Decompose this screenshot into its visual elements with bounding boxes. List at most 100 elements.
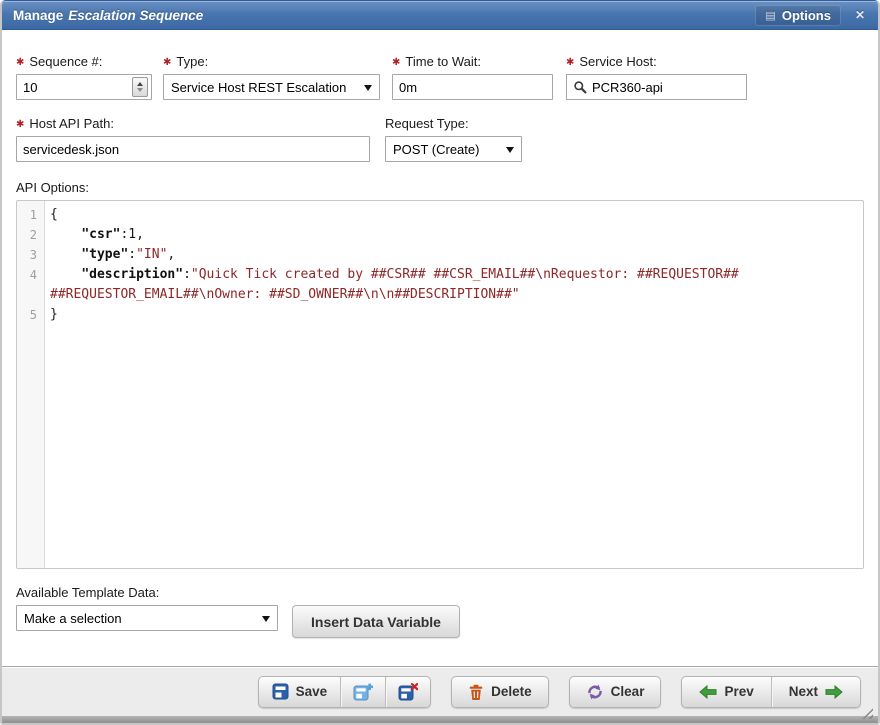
host-api-path-input[interactable] — [16, 136, 370, 162]
clear-button-group: Clear — [569, 676, 662, 708]
code-token: :1, — [120, 227, 143, 242]
save-and-close-button[interactable] — [385, 677, 430, 707]
delete-button-group: Delete — [451, 676, 549, 708]
arrow-right-icon — [825, 685, 843, 699]
options-button-label: Options — [782, 8, 831, 23]
code-token — [50, 247, 81, 262]
sequence-label: ✱Sequence #: — [16, 54, 152, 70]
options-button[interactable]: ▤ Options — [755, 5, 841, 26]
type-field: ✱Type: Service Host REST Escalation — [163, 54, 380, 100]
request-type-select-value: POST (Create) — [393, 142, 479, 157]
template-data-select-value: Make a selection — [24, 611, 122, 626]
api-options-label: API Options: — [16, 180, 864, 196]
prev-button[interactable]: Prev — [682, 677, 770, 707]
line-number: 5 — [17, 305, 44, 325]
refresh-icon — [586, 684, 604, 700]
dialog-body: ✱Sequence #: ✱Type: Service Host REST Es… — [2, 30, 878, 666]
api-options-code-editor[interactable]: 1 { 2 "csr":1, 3 "type":"IN", 4 "descrip… — [16, 200, 864, 569]
titlebar: Manage Escalation Sequence ▤ Options ✕ — [0, 0, 880, 30]
code-token: "type" — [81, 247, 128, 262]
line-number: 3 — [17, 245, 44, 265]
type-label: ✱Type: — [163, 54, 380, 70]
save-button[interactable]: Save — [259, 677, 341, 707]
clear-button-label: Clear — [611, 684, 645, 699]
code-token: } — [50, 307, 58, 322]
code-line: 1 { — [17, 205, 863, 225]
code-line: 4 "description":"Quick Tick created by #… — [17, 265, 863, 305]
close-icon[interactable]: ✕ — [855, 8, 865, 22]
code-token — [50, 267, 81, 282]
code-token: { — [50, 207, 58, 222]
prev-button-label: Prev — [724, 684, 753, 699]
next-button[interactable]: Next — [771, 677, 860, 707]
resize-handle[interactable] — [858, 704, 873, 719]
template-data-select[interactable]: Make a selection — [16, 605, 278, 631]
save-and-new-icon — [353, 683, 373, 701]
chevron-down-icon — [364, 85, 372, 91]
spinner-up-icon[interactable] — [137, 82, 143, 86]
arrow-left-icon — [699, 685, 717, 699]
request-type-label: Request Type: — [385, 116, 522, 132]
spinner-down-icon[interactable] — [137, 88, 143, 92]
delete-button-label: Delete — [491, 684, 532, 699]
prev-next-button-group: Prev Next — [681, 676, 861, 708]
line-number: 4 — [17, 265, 44, 305]
type-select-value: Service Host REST Escalation — [171, 80, 346, 95]
service-host-lookup — [566, 74, 747, 100]
next-button-label: Next — [789, 684, 818, 699]
host-api-path-label: ✱Host API Path: — [16, 116, 370, 132]
code-token: : — [128, 247, 136, 262]
service-host-field: ✱Service Host: — [566, 54, 747, 100]
code-line: 2 "csr":1, — [17, 225, 863, 245]
footer-toolbar: Save — [2, 666, 878, 716]
line-number: 2 — [17, 225, 44, 245]
available-template-data-label: Available Template Data: — [16, 585, 864, 601]
clear-button[interactable]: Clear — [570, 677, 661, 707]
sequence-field: ✱Sequence #: — [16, 54, 152, 100]
insert-data-variable-button[interactable]: Insert Data Variable — [292, 605, 460, 638]
code-token: "description" — [81, 267, 183, 282]
required-marker-icon: ✱ — [392, 57, 400, 68]
chevron-down-icon — [506, 147, 514, 153]
save-button-group: Save — [258, 676, 432, 708]
code-token: : — [183, 267, 191, 282]
request-type-field: Request Type: POST (Create) — [385, 116, 522, 162]
sequence-spinner[interactable] — [132, 77, 148, 97]
trash-icon — [468, 684, 484, 700]
code-token: , — [167, 247, 175, 262]
code-line: 3 "type":"IN", — [17, 245, 863, 265]
chevron-down-icon — [262, 616, 270, 622]
code-token: "csr" — [81, 227, 120, 242]
time-to-wait-field: ✱Time to Wait: — [392, 54, 553, 100]
required-marker-icon: ✱ — [566, 57, 574, 68]
required-marker-icon: ✱ — [16, 57, 24, 68]
code-token: "IN" — [136, 247, 167, 262]
type-select[interactable]: Service Host REST Escalation — [163, 74, 380, 100]
options-list-icon: ▤ — [765, 9, 775, 22]
title-emphasis: Escalation Sequence — [68, 8, 203, 23]
save-icon — [272, 683, 289, 700]
delete-button[interactable]: Delete — [452, 677, 548, 707]
service-host-input[interactable] — [592, 80, 740, 95]
service-host-label: ✱Service Host: — [566, 54, 747, 70]
code-token — [50, 227, 81, 242]
manage-escalation-sequence-dialog: ManageEscalation Sequence ▤ Options ✕ ✱S… — [0, 0, 880, 725]
search-icon[interactable] — [573, 80, 587, 94]
required-marker-icon: ✱ — [16, 119, 24, 130]
time-to-wait-label: ✱Time to Wait: — [392, 54, 553, 70]
page-title: Manage Escalation Sequence — [13, 8, 203, 23]
form-row-2: ✱Host API Path: Request Type: POST (Crea… — [16, 116, 864, 162]
host-api-path-field: ✱Host API Path: — [16, 116, 370, 162]
save-and-close-icon — [398, 683, 418, 701]
template-data-row: Make a selection Insert Data Variable — [16, 605, 864, 638]
time-to-wait-input[interactable] — [392, 74, 553, 100]
required-marker-icon: ✱ — [163, 57, 171, 68]
title-prefix: Manage — [13, 8, 63, 23]
sequence-input-wrap — [16, 74, 152, 100]
save-and-new-button[interactable] — [340, 677, 385, 707]
line-number: 1 — [17, 205, 44, 225]
request-type-select[interactable]: POST (Create) — [385, 136, 522, 162]
save-button-label: Save — [296, 684, 328, 699]
code-line: 5 } — [17, 305, 863, 325]
form-row-1: ✱Sequence #: ✱Type: Service Host REST Es… — [16, 54, 864, 100]
